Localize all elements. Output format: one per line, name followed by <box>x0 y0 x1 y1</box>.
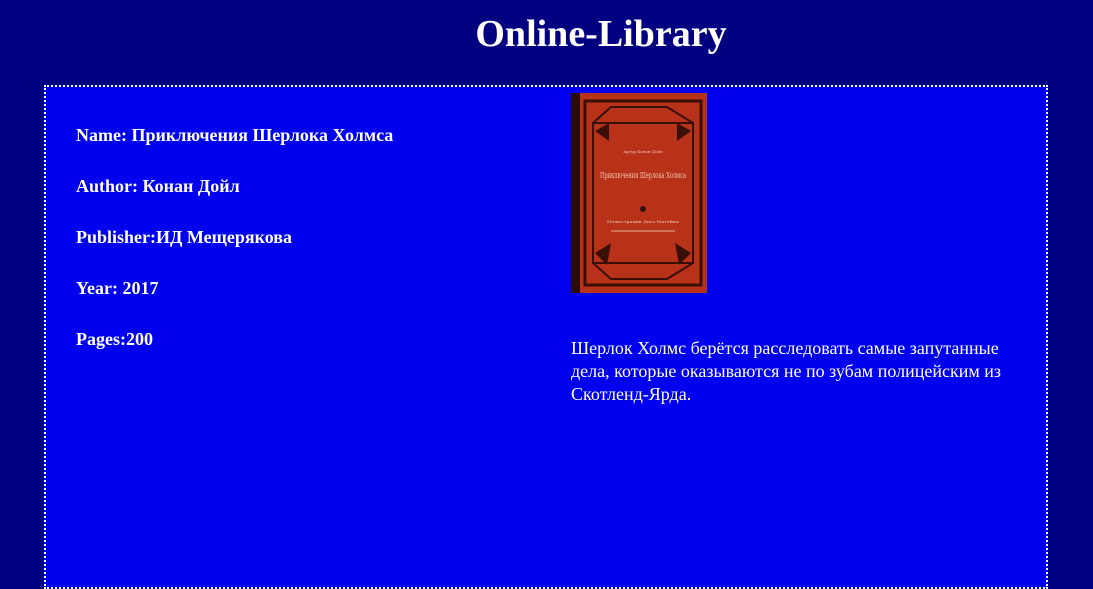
site-title: Online-Library <box>475 13 727 55</box>
book-year: Year: 2017 <box>76 278 159 298</box>
book-pages: Pages:200 <box>76 329 153 349</box>
cover-author-text: Артур Конан Дойл <box>623 149 663 154</box>
book-publisher: Publisher:ИД Мещерякова <box>76 227 292 247</box>
book-info: Name: Приключения Шерлока Холмса Author:… <box>76 125 516 380</box>
cover-title-text: Приключения Шерлока Холмса <box>600 171 686 180</box>
book-name: Name: Приключения Шерлока Холмса <box>76 125 394 145</box>
book-author: Author: Конан Дойл <box>76 176 240 196</box>
book-cover-image: Артур Конан Дойл Приключения Шерлока Хол… <box>571 93 707 293</box>
book-description: Шерлок Холмс берётся расследовать самые … <box>571 338 1001 404</box>
book-details-panel: Name: Приключения Шерлока Холмса Author:… <box>44 85 1048 589</box>
cover-illustrator-text: Иллюстрации Дега Матейки <box>607 219 679 224</box>
